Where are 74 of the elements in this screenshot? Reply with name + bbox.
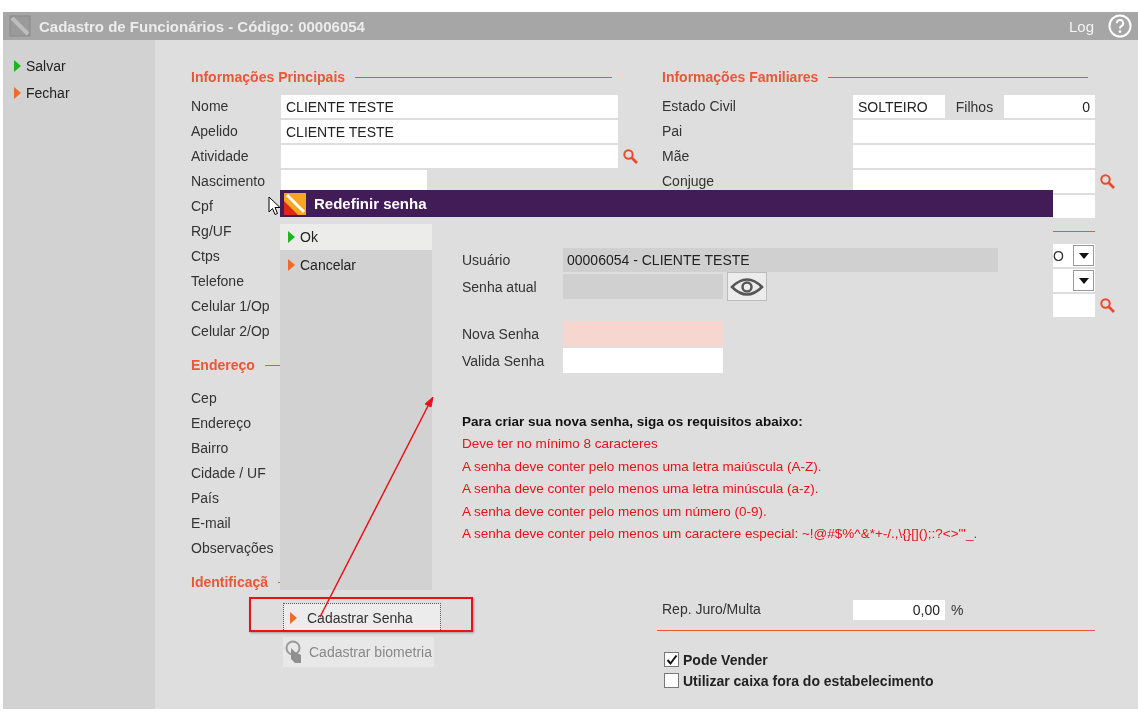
triangle-icon	[290, 611, 297, 624]
checkbox[interactable]	[664, 673, 679, 688]
triangle-icon	[288, 231, 295, 243]
text-field[interactable]: CLIENTE TESTE	[281, 120, 618, 143]
field-label: Bairro	[191, 441, 229, 456]
search-icon[interactable]	[623, 149, 638, 164]
register-button[interactable]: Cadastrar Senha	[283, 603, 441, 632]
field-label: Celular 2/Op	[191, 324, 270, 339]
section-heading: Informações Familiares	[662, 69, 819, 85]
requirement-text: A senha deve conter pelo menos uma letra minúscula (a-z).	[462, 481, 820, 498]
help-icon[interactable]	[1108, 14, 1132, 38]
text-field[interactable]: SOLTEIRO	[853, 95, 945, 118]
field-label: Celular 1/Op	[191, 299, 270, 314]
dialog-action[interactable]: Cancelar	[280, 252, 432, 278]
field-label: Pai	[662, 124, 683, 139]
password-field[interactable]	[563, 348, 723, 373]
number-field[interactable]: 0	[1004, 95, 1095, 118]
text-field[interactable]: CLIENTE TESTE	[281, 95, 618, 118]
field-label: Mãe	[662, 149, 690, 164]
field-label: Atividade	[191, 149, 249, 164]
section-heading: Endereço	[191, 357, 255, 373]
field-label: Conjuge	[662, 174, 715, 189]
field-label: Rg/UF	[191, 224, 232, 239]
sidebar-action[interactable]: Salvar	[3, 52, 66, 79]
unit-label: %	[951, 601, 964, 618]
field-label: Cidade / UF	[191, 466, 266, 481]
field-label: Valida Senha	[462, 352, 546, 369]
field-label: Telefone	[191, 274, 244, 289]
checkbox[interactable]	[664, 652, 679, 667]
sidebar-action[interactable]: Fechar	[3, 79, 70, 106]
text-field[interactable]	[853, 145, 1095, 168]
field-label: Nome	[191, 99, 229, 114]
window-title: Cadastro de Funcionários - Código: 00006054	[39, 17, 365, 35]
field-label: Ctps	[191, 249, 220, 264]
triangle-icon	[14, 59, 21, 72]
requirements-heading: Para criar sua nova senha, siga os requisitos abaixo:	[462, 414, 804, 431]
dialog-title: Redefinir senha	[314, 195, 427, 212]
pointer-cursor-icon	[268, 196, 281, 216]
section-heading: Informações Principais	[191, 69, 346, 85]
fingerprint-icon	[285, 640, 303, 664]
number-field[interactable]: 0,00	[853, 599, 945, 620]
text-field[interactable]	[281, 145, 618, 168]
show-password-button[interactable]	[727, 272, 767, 301]
field-label: Estado Civil	[662, 99, 736, 114]
field-label: Cep	[191, 391, 217, 406]
dialog-action[interactable]: Ok	[280, 224, 432, 250]
search-icon[interactable]	[1100, 298, 1115, 313]
field-label: Nascimento	[191, 174, 265, 189]
field-label: Senha atual	[462, 278, 538, 295]
section-heading: Identificaçã	[191, 574, 269, 590]
requirement-text: A senha deve conter pelo menos um número (0-9).	[462, 503, 768, 521]
search-icon[interactable]	[1100, 174, 1115, 189]
field-label: Observações	[191, 541, 274, 556]
field-label: País	[191, 491, 219, 506]
checkbox-label: Utilizar caixa fora do estabelecimento	[683, 672, 934, 689]
checkbox-label: Pode Vender	[683, 651, 768, 668]
field-label: Filhos	[954, 98, 995, 115]
password-field[interactable]	[563, 321, 723, 346]
app-logo-icon	[284, 192, 306, 215]
requirement-text: A senha deve conter pelo menos uma letra maiúscula (A-Z).	[462, 458, 823, 476]
field-label: Nova Senha	[462, 325, 541, 342]
text-field[interactable]	[853, 120, 1095, 143]
requirement-text: Deve ter no mínimo 8 caracteres	[462, 436, 659, 453]
field-label: Cpf	[191, 199, 213, 214]
field-label: Rep. Juro/Multa	[662, 602, 761, 617]
field-label: Apelido	[191, 124, 238, 139]
field-label: Usuário	[462, 251, 512, 268]
field-label: Endereço	[191, 416, 251, 431]
triangle-icon	[14, 86, 21, 99]
user-field[interactable]: 00006054 - CLIENTE TESTE	[563, 247, 998, 272]
window-logo-icon	[9, 15, 31, 37]
requirement-text: A senha deve conter pelo menos um caractere especial: ~!@#$%^&*+-/.,\{}[]();:?<>"'_.	[462, 526, 979, 543]
triangle-icon	[288, 259, 295, 271]
field-label: E-mail	[191, 516, 231, 531]
